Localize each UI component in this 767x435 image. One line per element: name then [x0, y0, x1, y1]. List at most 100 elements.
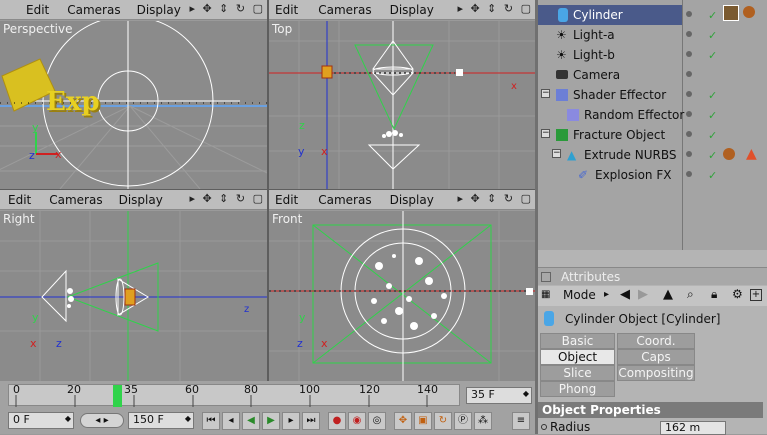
viewport-label-perspective: Perspective: [3, 22, 73, 36]
viewport-nav-icons[interactable]: ▸ ✥ ⇕ ↻ ▢: [189, 2, 265, 15]
front-menubar: Edit Cameras Display ▸ ✥ ⇕ ↻ ▢: [269, 190, 535, 210]
go-to-start-button[interactable]: ⏮: [202, 412, 220, 430]
object-row-explosion-fx[interactable]: ✐ Explosion FX: [538, 165, 767, 185]
menu-edit[interactable]: Edit: [26, 3, 49, 17]
viewport-divider-horizontal[interactable]: [0, 189, 535, 190]
menu-edit[interactable]: Edit: [275, 3, 298, 17]
object-title: Cylinder Object [Cylinder]: [565, 312, 721, 326]
spinner-icon[interactable]: ◆: [523, 389, 529, 398]
back-arrow-icon[interactable]: ◀: [620, 287, 630, 302]
scale-key-button[interactable]: ▣: [414, 412, 432, 430]
tick-label: 35: [124, 383, 138, 396]
end-frame-value: 150 F: [133, 413, 164, 426]
tick-label: 0: [13, 383, 20, 396]
go-to-end-button[interactable]: ⏭: [302, 412, 320, 430]
warning-tag-icon[interactable]: ▲: [746, 146, 757, 162]
object-name: Extrude NURBS: [584, 148, 677, 162]
viewport-label-top: Top: [272, 22, 293, 36]
axis-z-label-small: z: [56, 337, 62, 350]
tab-object[interactable]: Object: [540, 349, 615, 365]
lock-icon[interactable]: 🔒︎: [711, 287, 717, 302]
forward-arrow-icon[interactable]: ▶: [638, 287, 648, 302]
axis-y-label: y: [32, 121, 39, 134]
tab-basic[interactable]: Basic: [540, 333, 615, 349]
collapse-toggle-icon[interactable]: −: [541, 129, 550, 138]
tab-compositing[interactable]: Compositing: [617, 365, 695, 381]
end-frame-field[interactable]: 150 F ◆: [128, 412, 194, 429]
prev-key-button[interactable]: ◂: [222, 412, 240, 430]
rotation-key-button[interactable]: ↻: [434, 412, 452, 430]
menu-edit[interactable]: Edit: [275, 193, 298, 207]
menu-display[interactable]: Display: [137, 3, 181, 17]
pla-key-button[interactable]: ⁂: [474, 412, 492, 430]
menu-cameras[interactable]: Cameras: [318, 193, 371, 207]
grip-icon: ▦: [541, 289, 551, 300]
tab-slice[interactable]: Slice: [540, 365, 615, 381]
menu-cameras[interactable]: Cameras: [67, 3, 120, 17]
menu-edit[interactable]: Edit: [8, 193, 31, 207]
start-frame-value: 0 F: [13, 413, 30, 426]
collapse-toggle-icon[interactable]: −: [541, 89, 550, 98]
object-row-random-effector[interactable]: Random Effector: [538, 105, 767, 125]
viewport-nav-icons[interactable]: ▸ ✥ ⇕ ↻ ▢: [457, 192, 533, 205]
viewport-divider-vertical[interactable]: [267, 0, 269, 381]
render-tag-icon[interactable]: [723, 5, 739, 21]
object-name: Light-a: [573, 28, 615, 42]
tick-label: 80: [244, 383, 258, 396]
spinner-icon[interactable]: ◆: [185, 414, 191, 423]
menu-cameras[interactable]: Cameras: [318, 3, 371, 17]
keyframe-selection-button[interactable]: ◎: [368, 412, 386, 430]
attributes-title: Attributes: [561, 270, 621, 284]
mode-menu[interactable]: Mode: [563, 288, 596, 302]
material-tag-icon[interactable]: [743, 6, 755, 18]
viewport-nav-icons[interactable]: ▸ ✥ ⇕ ↻ ▢: [189, 192, 265, 205]
right-viewport[interactable]: Right z y x z: [0, 211, 267, 381]
record-button[interactable]: ●: [328, 412, 346, 430]
menu-display[interactable]: Display: [119, 193, 163, 207]
object-row-light-b[interactable]: ☀ Light-b: [538, 45, 767, 65]
tab-coord[interactable]: Coord.: [617, 333, 695, 349]
play-forward-button[interactable]: ▶: [262, 412, 280, 430]
settings-icon[interactable]: ⚙: [732, 287, 743, 301]
up-arrow-icon[interactable]: ▲: [663, 287, 673, 302]
autokey-button[interactable]: ◉: [348, 412, 366, 430]
current-frame-field[interactable]: 35 F ◆: [466, 387, 532, 404]
range-slider[interactable]: ◂ ▸: [80, 413, 124, 428]
attributes-toggle-icon[interactable]: [541, 272, 551, 282]
spinner-icon[interactable]: ◆: [65, 414, 71, 423]
shader-effector-icon: [556, 89, 568, 101]
play-backward-button[interactable]: ◀: [242, 412, 260, 430]
search-icon[interactable]: ⌕: [687, 287, 694, 302]
tick-label: 60: [185, 383, 199, 396]
scheme-menu-button[interactable]: ≡: [512, 412, 530, 430]
timeline-ruler[interactable]: 0 20 35 60 80 100 120 140: [8, 383, 460, 407]
object-row-light-a[interactable]: ☀ Light-a: [538, 25, 767, 45]
tick-label: 100: [299, 383, 320, 396]
menu-display[interactable]: Display: [390, 3, 434, 17]
menu-display[interactable]: Display: [390, 193, 434, 207]
new-panel-icon[interactable]: +: [750, 289, 762, 301]
perspective-viewport[interactable]: Perspective Exp y z x: [0, 21, 267, 189]
radius-field[interactable]: 162 m: [660, 421, 726, 435]
menu-cameras[interactable]: Cameras: [49, 193, 102, 207]
material-tag-icon[interactable]: [723, 148, 735, 160]
next-key-button[interactable]: ▸: [282, 412, 300, 430]
position-key-button[interactable]: ✥: [394, 412, 412, 430]
object-row-camera[interactable]: Camera: [538, 65, 767, 85]
axis-z-label: z: [297, 337, 303, 350]
top-viewport[interactable]: Top x z y x: [269, 21, 535, 189]
object-row-shader-effector[interactable]: − Shader Effector: [538, 85, 767, 105]
object-name: Shader Effector: [573, 88, 667, 102]
collapse-toggle-icon[interactable]: −: [552, 149, 561, 158]
axis-y-label: y: [299, 311, 306, 324]
front-viewport[interactable]: Front y z x: [269, 211, 535, 381]
cylinder-icon: [544, 311, 554, 326]
tab-caps[interactable]: Caps: [617, 349, 695, 365]
parameter-key-button[interactable]: Ⓟ: [454, 412, 472, 430]
viewport-nav-icons[interactable]: ▸ ✥ ⇕ ↻ ▢: [457, 2, 533, 15]
start-frame-field[interactable]: 0 F ◆: [8, 412, 74, 429]
object-row-fracture[interactable]: − Fracture Object: [538, 125, 767, 145]
tab-phong[interactable]: Phong: [540, 381, 615, 397]
section-header: Object Properties: [538, 402, 763, 418]
mode-arrow-icon[interactable]: ▸: [604, 289, 609, 300]
